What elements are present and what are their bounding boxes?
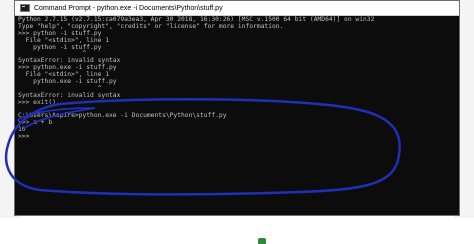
console-line: SyntaxError: invalid syntax <box>18 91 121 99</box>
title-bar[interactable]: Command Prompt - python.exe -i Documents… <box>15 1 459 16</box>
console-line: 10 <box>18 126 26 134</box>
command-prompt-icon <box>20 4 30 12</box>
taskbar-icon[interactable] <box>258 238 266 244</box>
console-line: >>> <box>18 133 30 141</box>
console-output[interactable]: Python 2.7.15 (v2.7.15:ca079a3ea3, Apr 3… <box>18 16 456 213</box>
command-prompt-window[interactable]: Command Prompt - python.exe -i Documents… <box>14 0 460 216</box>
console-line: >>> a + b <box>18 119 53 127</box>
window-title: Command Prompt - python.exe -i Documents… <box>34 4 223 12</box>
console-line: C:\Users\Aspire>python.exe -i Documents\… <box>18 112 227 120</box>
desktop-background-bottom <box>0 218 474 244</box>
console-line: >>> exit() <box>18 98 56 106</box>
